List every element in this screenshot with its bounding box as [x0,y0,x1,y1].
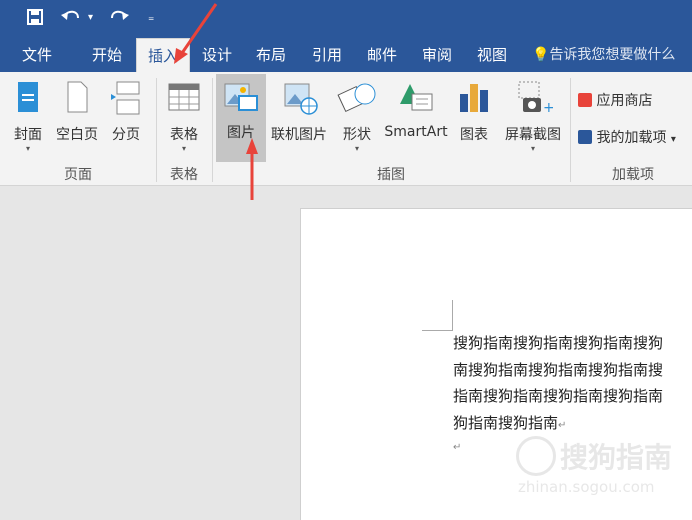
arrow-to-picture-button [246,138,258,200]
arrow-to-insert-tab [174,3,218,64]
annotation-arrows [174,3,258,200]
